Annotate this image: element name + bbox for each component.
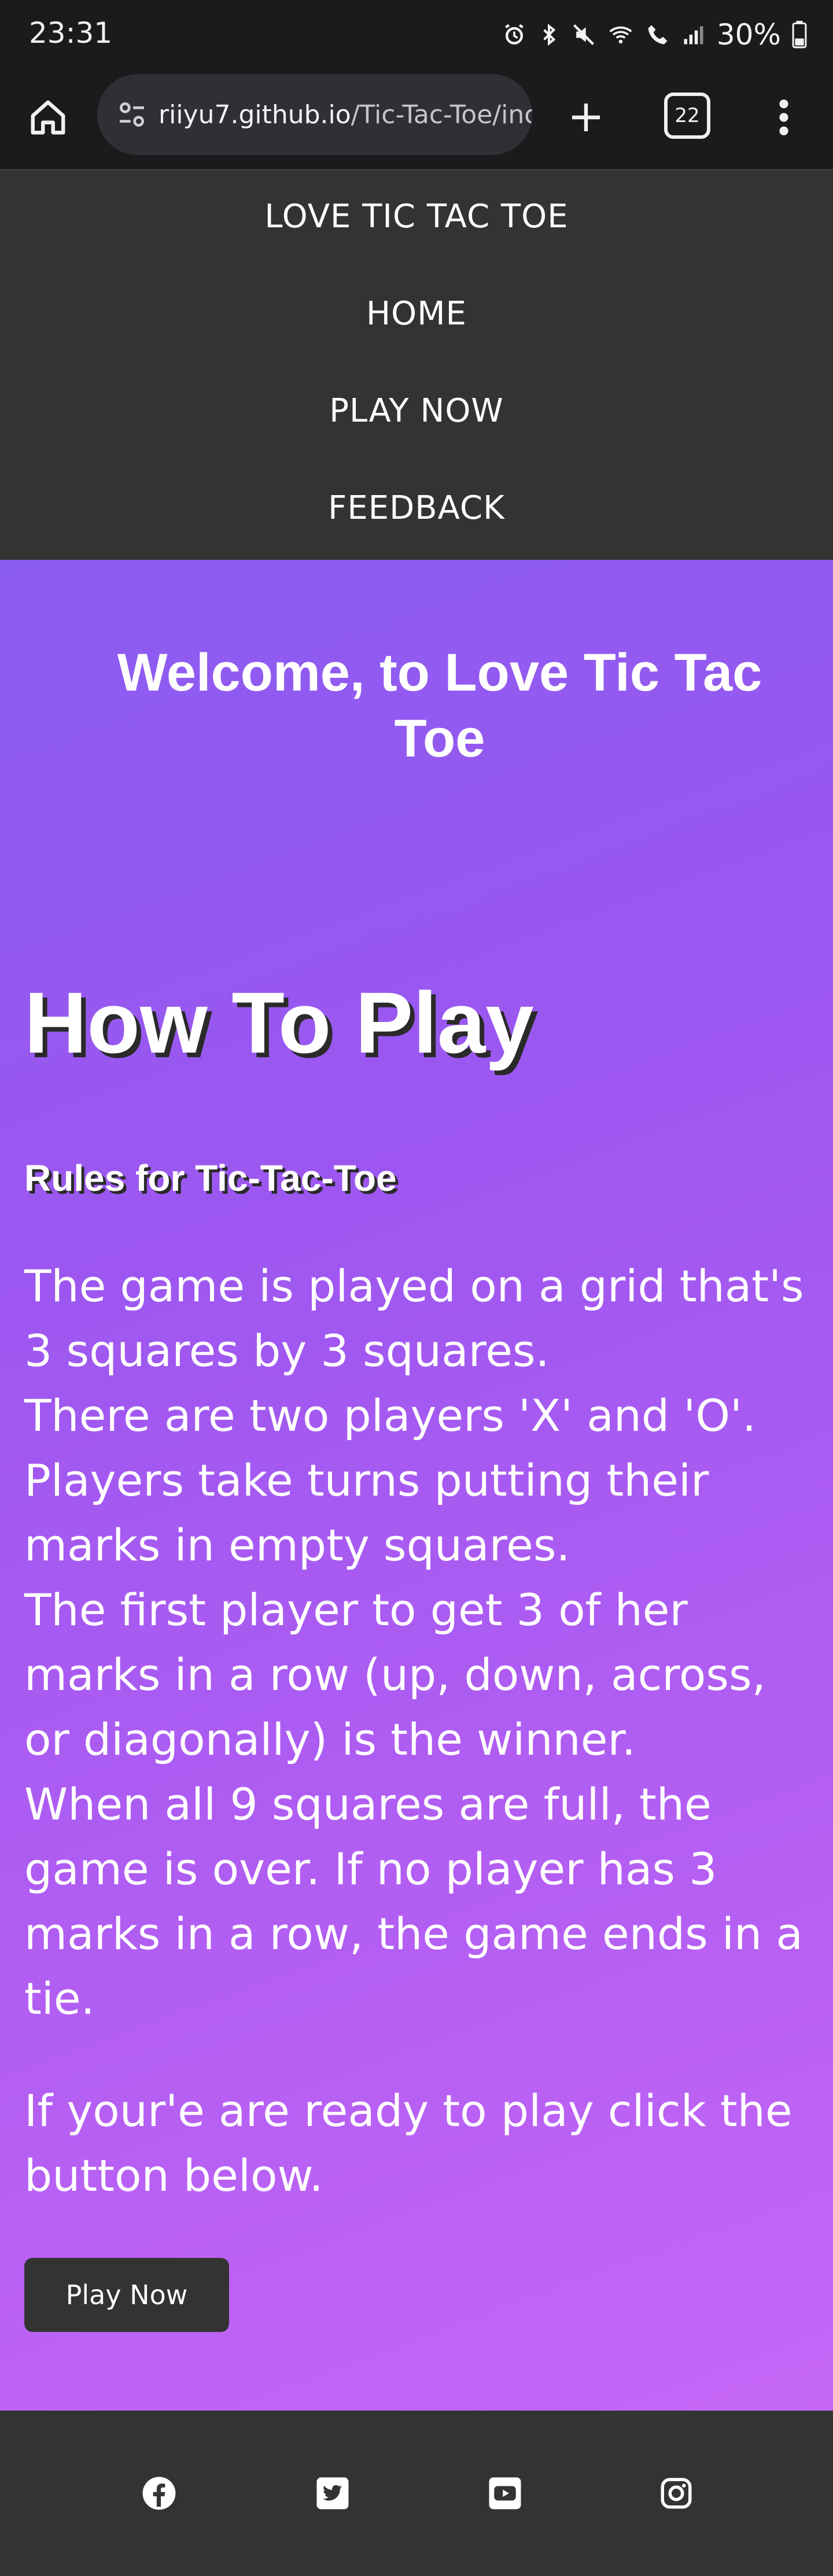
twitter-icon[interactable]: [312, 2473, 353, 2514]
rules-text: The game is played on a grid that's 3 sq…: [24, 1254, 811, 2031]
status-time: 23:31: [29, 16, 113, 50]
url-text: riiyu7.github.io/Tic-Tac-Toe/inc: [159, 100, 532, 130]
rule-line: The game is played on a grid that's 3 sq…: [24, 1260, 804, 1376]
ready-text: If your'e are ready to play click the bu…: [24, 2085, 793, 2201]
mute-icon: [573, 24, 594, 46]
play-now-button[interactable]: Play Now: [24, 2258, 229, 2332]
rule-line: The first player to get 3 of her marks i…: [24, 1584, 766, 1765]
home-icon: [31, 100, 65, 135]
url-host: riiyu7.github.io: [159, 99, 351, 130]
status-icons: 30%: [502, 18, 808, 51]
browser-menu-button[interactable]: [764, 91, 804, 143]
site-nav: LOVE TIC TAC TOE HOME PLAY NOW FEEDBACK: [0, 171, 833, 560]
site-settings-icon[interactable]: [113, 96, 150, 133]
signal-icon: [684, 26, 703, 45]
more-vert-icon: [779, 99, 788, 135]
nav-brand-link[interactable]: LOVE TIC TAC TOE: [0, 198, 833, 235]
rule-line: Players take turns putting their marks i…: [24, 1455, 709, 1571]
bluetooth-icon: [543, 23, 556, 46]
wifi-icon: [609, 26, 632, 44]
rule-line: When all 9 squares are full, the game is…: [24, 1778, 803, 2024]
rules-heading: Rules for Tic-Tac-Toe: [24, 1157, 397, 1199]
battery-level: 30%: [716, 18, 781, 51]
footer: [0, 2411, 833, 2576]
call-icon: [648, 25, 668, 45]
browser-toolbar: riiyu7.github.io/Tic-Tac-Toe/inc 22: [0, 71, 833, 171]
alarm-icon: [504, 24, 524, 45]
new-tab-button[interactable]: [560, 91, 612, 143]
url-path: /Tic-Tac-Toe/inc: [351, 99, 532, 130]
home-button[interactable]: [22, 91, 74, 143]
plus-icon: [572, 104, 600, 131]
nav-play-now-link[interactable]: PLAY NOW: [0, 392, 833, 430]
youtube-icon[interactable]: [485, 2473, 525, 2514]
rule-line: There are two players 'X' and 'O'.: [24, 1390, 757, 1441]
battery-icon: [792, 21, 807, 49]
facebook-icon[interactable]: [139, 2473, 179, 2514]
welcome-heading: Welcome, to Love Tic Tac Toe: [117, 643, 762, 768]
tab-switcher-button[interactable]: 22: [664, 93, 710, 139]
instagram-icon[interactable]: [656, 2473, 696, 2514]
how-to-play-heading: How To Play: [24, 974, 534, 1071]
nav-home-link[interactable]: HOME: [0, 295, 833, 333]
status-bar: 23:31 30%: [0, 0, 833, 71]
url-bar[interactable]: riiyu7.github.io/Tic-Tac-Toe/inc: [97, 74, 532, 155]
nav-feedback-link[interactable]: FEEDBACK: [0, 489, 833, 527]
main-content: Welcome, to Love Tic Tac Toe How To Play…: [0, 560, 833, 2411]
